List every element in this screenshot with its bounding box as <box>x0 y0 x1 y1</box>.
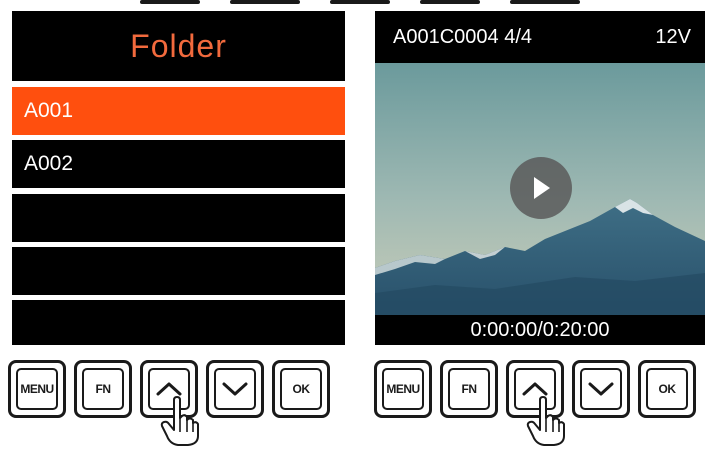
ok-button-label: OK <box>658 382 677 396</box>
folder-item-empty[interactable] <box>12 300 345 345</box>
strip-mark <box>140 0 200 4</box>
strip-mark <box>510 0 580 4</box>
fn-button-label: FN <box>95 382 112 396</box>
ok-button[interactable]: OK <box>638 360 696 418</box>
folder-item-empty[interactable] <box>12 194 345 242</box>
chevron-up-icon <box>522 382 548 396</box>
clip-info: A001C0004 4/4 <box>393 25 533 48</box>
fn-button[interactable]: FN <box>440 360 498 418</box>
folder-item-a001[interactable]: A001 <box>12 87 345 135</box>
fn-button-label: FN <box>461 382 478 396</box>
timecode: 0:00:00/0:20:00 <box>470 318 610 341</box>
ok-button[interactable]: OK <box>272 360 330 418</box>
ok-button-label: OK <box>292 382 311 396</box>
folder-title: Folder <box>12 11 345 81</box>
menu-button[interactable]: MENU <box>374 360 432 418</box>
down-button[interactable] <box>572 360 630 418</box>
menu-button-label: MENU <box>386 382 420 396</box>
playback-screen: A001C0004 4/4 12V 0:00:00/0:20:00 <box>375 11 705 345</box>
menu-button[interactable]: MENU <box>8 360 66 418</box>
pointing-hand-icon <box>526 396 565 446</box>
chevron-down-icon <box>588 382 614 396</box>
down-button[interactable] <box>206 360 264 418</box>
pointing-hand-icon <box>160 396 199 446</box>
strip-mark <box>230 0 300 4</box>
play-icon <box>534 177 550 199</box>
playback-header: A001C0004 4/4 12V <box>375 11 705 63</box>
chevron-up-icon <box>156 382 182 396</box>
folder-screen: Folder A001 A002 <box>12 11 345 345</box>
play-button[interactable] <box>510 157 572 219</box>
fn-button[interactable]: FN <box>74 360 132 418</box>
voltage-indicator: 12V <box>655 25 691 48</box>
strip-mark <box>330 0 390 4</box>
top-cropped-strip <box>140 0 580 6</box>
folder-item-empty[interactable] <box>12 247 345 295</box>
folder-item-a002[interactable]: A002 <box>12 140 345 188</box>
menu-button-label: MENU <box>20 382 54 396</box>
strip-mark <box>420 0 480 4</box>
chevron-down-icon <box>222 382 248 396</box>
